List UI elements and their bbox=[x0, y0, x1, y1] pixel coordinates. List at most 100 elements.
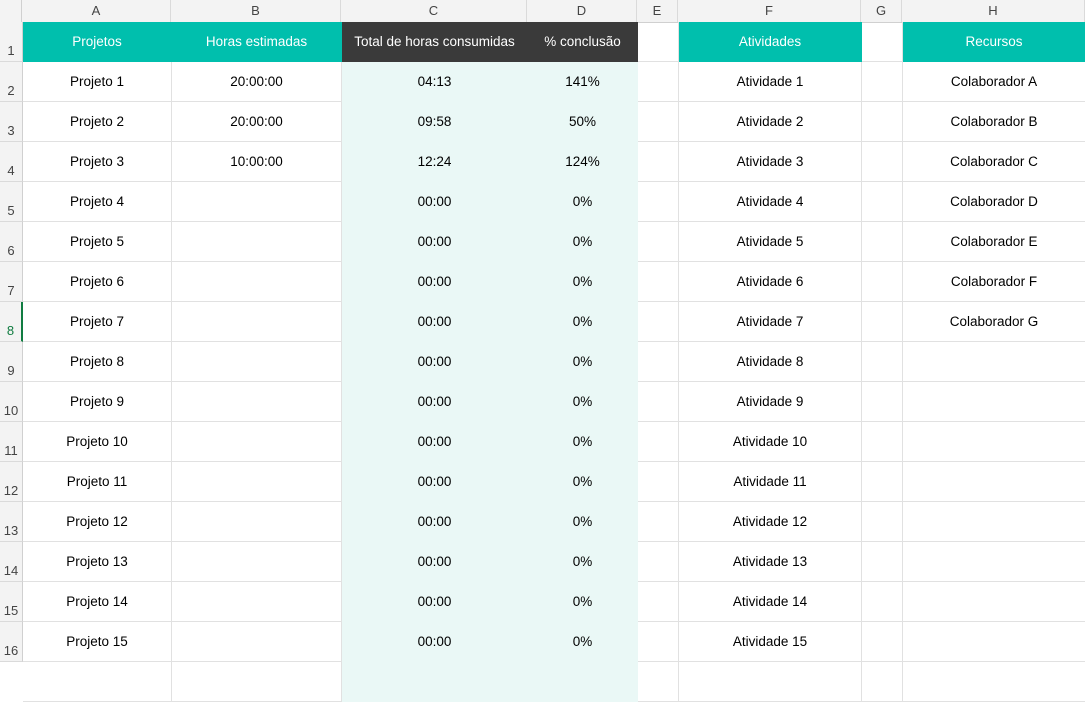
horas-estimadas-cell[interactable] bbox=[172, 302, 342, 342]
row-header-16[interactable]: 16 bbox=[0, 622, 23, 662]
projeto-cell[interactable]: Projeto 8 bbox=[23, 342, 172, 382]
horas-estimadas-cell[interactable] bbox=[172, 382, 342, 422]
atividade-cell[interactable]: Atividade 14 bbox=[679, 582, 862, 622]
horas-estimadas-cell[interactable] bbox=[172, 182, 342, 222]
empty-cell-g[interactable] bbox=[862, 262, 903, 302]
conclusao-cell[interactable]: 0% bbox=[528, 342, 638, 382]
atividade-cell[interactable]: Atividade 10 bbox=[679, 422, 862, 462]
empty-cell-g[interactable] bbox=[862, 102, 903, 142]
row-header-4[interactable]: 4 bbox=[0, 142, 23, 182]
horas-estimadas-cell[interactable]: 20:00:00 bbox=[172, 102, 342, 142]
empty-cell-e[interactable] bbox=[638, 62, 679, 102]
row-header-2[interactable]: 2 bbox=[0, 62, 23, 102]
horas-estimadas-cell[interactable]: 10:00:00 bbox=[172, 142, 342, 182]
total-horas-cell[interactable]: 09:58 bbox=[342, 102, 528, 142]
empty-cell-e[interactable] bbox=[638, 382, 679, 422]
horas-estimadas-cell[interactable] bbox=[172, 342, 342, 382]
projeto-cell[interactable]: Projeto 12 bbox=[23, 502, 172, 542]
row-header-14[interactable]: 14 bbox=[0, 542, 23, 582]
horas-estimadas-cell[interactable] bbox=[172, 582, 342, 622]
atividade-cell[interactable]: Atividade 3 bbox=[679, 142, 862, 182]
horas-estimadas-cell[interactable]: 20:00:00 bbox=[172, 62, 342, 102]
empty-cell-g[interactable] bbox=[862, 342, 903, 382]
recurso-cell[interactable]: Colaborador C bbox=[903, 142, 1085, 182]
empty-cell-e[interactable] bbox=[638, 222, 679, 262]
projeto-cell[interactable]: Projeto 10 bbox=[23, 422, 172, 462]
conclusao-cell[interactable]: 0% bbox=[528, 262, 638, 302]
atividade-cell[interactable]: Atividade 15 bbox=[679, 622, 862, 662]
empty-cell-e[interactable] bbox=[638, 582, 679, 622]
projeto-cell[interactable]: Projeto 3 bbox=[23, 142, 172, 182]
empty-cell-e[interactable] bbox=[638, 622, 679, 662]
empty-cell-g[interactable] bbox=[862, 622, 903, 662]
total-horas-cell[interactable]: 00:00 bbox=[342, 262, 528, 302]
row-header-7[interactable]: 7 bbox=[0, 262, 23, 302]
column-header-f[interactable]: F bbox=[678, 0, 861, 22]
recurso-cell[interactable]: Colaborador B bbox=[903, 102, 1085, 142]
atividade-cell[interactable]: Atividade 6 bbox=[679, 262, 862, 302]
horas-estimadas-cell[interactable] bbox=[172, 502, 342, 542]
conclusao-cell[interactable]: 0% bbox=[528, 302, 638, 342]
empty-cell-e[interactable] bbox=[638, 102, 679, 142]
empty-cell[interactable] bbox=[903, 662, 1085, 702]
recurso-cell[interactable] bbox=[903, 582, 1085, 622]
conclusao-cell[interactable]: 0% bbox=[528, 382, 638, 422]
empty-cell-g[interactable] bbox=[862, 182, 903, 222]
empty-cell-g[interactable] bbox=[862, 302, 903, 342]
header-recursos[interactable]: Recursos bbox=[903, 22, 1085, 62]
total-horas-cell[interactable]: 04:13 bbox=[342, 62, 528, 102]
row-header-9[interactable]: 9 bbox=[0, 342, 23, 382]
empty-cell-g[interactable] bbox=[862, 382, 903, 422]
total-horas-cell[interactable]: 00:00 bbox=[342, 542, 528, 582]
empty-cell[interactable] bbox=[528, 662, 638, 702]
row-header-6[interactable]: 6 bbox=[0, 222, 23, 262]
total-horas-cell[interactable]: 00:00 bbox=[342, 502, 528, 542]
row-header-13[interactable]: 13 bbox=[0, 502, 23, 542]
empty-cell-e[interactable] bbox=[638, 542, 679, 582]
total-horas-cell[interactable]: 00:00 bbox=[342, 462, 528, 502]
recurso-cell[interactable] bbox=[903, 382, 1085, 422]
recurso-cell[interactable]: Colaborador G bbox=[903, 302, 1085, 342]
row-header-11[interactable]: 11 bbox=[0, 422, 23, 462]
empty-cell-g[interactable] bbox=[862, 542, 903, 582]
conclusao-cell[interactable]: 0% bbox=[528, 222, 638, 262]
empty-cell-g[interactable] bbox=[862, 62, 903, 102]
empty-cell-g[interactable] bbox=[862, 582, 903, 622]
horas-estimadas-cell[interactable] bbox=[172, 422, 342, 462]
projeto-cell[interactable]: Projeto 11 bbox=[23, 462, 172, 502]
total-horas-cell[interactable]: 00:00 bbox=[342, 302, 528, 342]
total-horas-cell[interactable]: 12:24 bbox=[342, 142, 528, 182]
projeto-cell[interactable]: Projeto 14 bbox=[23, 582, 172, 622]
empty-cell-e[interactable] bbox=[638, 142, 679, 182]
total-horas-cell[interactable]: 00:00 bbox=[342, 342, 528, 382]
horas-estimadas-cell[interactable] bbox=[172, 462, 342, 502]
projeto-cell[interactable]: Projeto 2 bbox=[23, 102, 172, 142]
empty-cell[interactable] bbox=[342, 662, 528, 702]
conclusao-cell[interactable]: 50% bbox=[528, 102, 638, 142]
recurso-cell[interactable] bbox=[903, 342, 1085, 382]
horas-estimadas-cell[interactable] bbox=[172, 622, 342, 662]
column-header-d[interactable]: D bbox=[527, 0, 637, 22]
empty-cell-e[interactable] bbox=[638, 302, 679, 342]
header-projetos[interactable]: Projetos bbox=[23, 22, 172, 62]
column-header-b[interactable]: B bbox=[171, 0, 341, 22]
atividade-cell[interactable]: Atividade 5 bbox=[679, 222, 862, 262]
empty-cell-e[interactable] bbox=[638, 262, 679, 302]
recurso-cell[interactable]: Colaborador F bbox=[903, 262, 1085, 302]
conclusao-cell[interactable]: 141% bbox=[528, 62, 638, 102]
atividade-cell[interactable]: Atividade 2 bbox=[679, 102, 862, 142]
header-total-horas[interactable]: Total de horas consumidas bbox=[342, 22, 528, 62]
conclusao-cell[interactable]: 0% bbox=[528, 622, 638, 662]
projeto-cell[interactable]: Projeto 9 bbox=[23, 382, 172, 422]
empty-cell-g[interactable] bbox=[862, 462, 903, 502]
projeto-cell[interactable]: Projeto 7 bbox=[23, 302, 172, 342]
total-horas-cell[interactable]: 00:00 bbox=[342, 222, 528, 262]
atividade-cell[interactable]: Atividade 8 bbox=[679, 342, 862, 382]
row-header-10[interactable]: 10 bbox=[0, 382, 23, 422]
empty-cell-e[interactable] bbox=[638, 342, 679, 382]
horas-estimadas-cell[interactable] bbox=[172, 262, 342, 302]
column-header-a[interactable]: A bbox=[22, 0, 171, 22]
conclusao-cell[interactable]: 0% bbox=[528, 422, 638, 462]
cell-e1[interactable] bbox=[638, 22, 679, 62]
atividade-cell[interactable]: Atividade 9 bbox=[679, 382, 862, 422]
